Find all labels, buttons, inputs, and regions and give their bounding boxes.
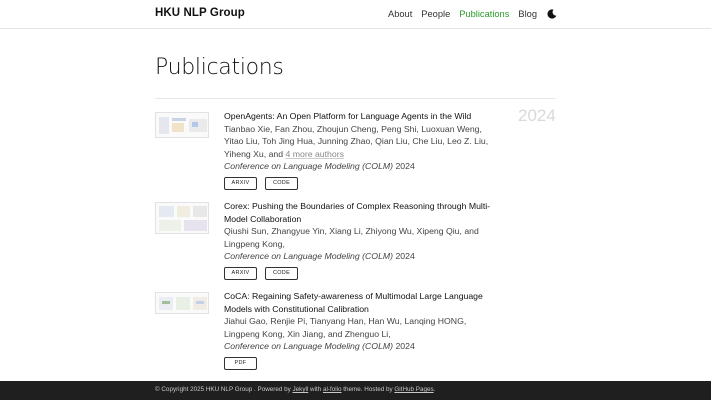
publication-body: OpenAgents: An Open Platform for Languag… bbox=[224, 110, 492, 190]
publication-title[interactable]: OpenAgents: An Open Platform for Languag… bbox=[224, 110, 492, 123]
publication-buttons: ARXIV CODE bbox=[224, 176, 492, 190]
footer-with: with bbox=[310, 386, 322, 393]
paper-thumbnail bbox=[155, 202, 209, 234]
code-button[interactable]: CODE bbox=[265, 176, 298, 190]
nav-item-blog[interactable]: Blog bbox=[518, 9, 537, 19]
footer-theme-suffix: theme. Hosted by bbox=[343, 386, 393, 393]
site-brand[interactable]: HKU NLP Group bbox=[155, 7, 245, 19]
paper-thumbnail bbox=[155, 112, 209, 138]
venue-year: 2024 bbox=[395, 341, 415, 352]
publication-authors: Qiushi Sun, Zhangyue Yin, Xiang Li, Zhiy… bbox=[224, 226, 479, 249]
publication-buttons: PDF bbox=[224, 356, 492, 370]
venue-year: 2024 bbox=[395, 251, 415, 262]
github-pages-link[interactable]: GitHub Pages bbox=[394, 386, 433, 393]
top-navbar: HKU NLP Group About People Publications … bbox=[0, 0, 711, 29]
paper-thumbnail bbox=[155, 292, 209, 314]
pdf-button[interactable]: PDF bbox=[224, 356, 257, 370]
venue-name: Conference on Language Modeling (COLM) bbox=[224, 341, 394, 352]
arxiv-button[interactable]: ARXIV bbox=[224, 266, 257, 280]
more-authors-link[interactable]: 4 more authors bbox=[286, 149, 344, 159]
publication-body: CoCA: Regaining Safety-awareness of Mult… bbox=[224, 290, 492, 370]
nav-menu: About People Publications Blog bbox=[379, 9, 557, 19]
footer-copyright: © Copyright 2025 HKU NLP Group . Powered… bbox=[155, 386, 291, 393]
site-footer: © Copyright 2025 HKU NLP Group . Powered… bbox=[0, 381, 711, 400]
publication-title[interactable]: CoCA: Regaining Safety-awareness of Mult… bbox=[224, 290, 492, 315]
moon-icon[interactable] bbox=[547, 9, 557, 19]
publication-authors: Tianbao Xie, Fan Zhou, Zhoujun Cheng, Pe… bbox=[224, 123, 492, 161]
publication-title[interactable]: Corex: Pushing the Boundaries of Complex… bbox=[224, 200, 492, 225]
title-divider bbox=[155, 98, 556, 99]
footer-end: . bbox=[433, 386, 436, 393]
page-title: Publications bbox=[155, 55, 284, 80]
theme-link[interactable]: al-folio bbox=[323, 386, 342, 393]
venue-name: Conference on Language Modeling (COLM) bbox=[224, 251, 394, 262]
venue-year: 2024 bbox=[395, 161, 415, 172]
author-list: Tianbao Xie, Fan Zhou, Zhoujun Cheng, Pe… bbox=[224, 123, 489, 159]
publication-venue: Conference on Language Modeling (COLM) 2… bbox=[224, 340, 492, 353]
nav-item-about[interactable]: About bbox=[388, 9, 412, 19]
jekyll-link[interactable]: Jekyll bbox=[293, 386, 309, 393]
code-button[interactable]: CODE bbox=[265, 266, 298, 280]
publication-body: Corex: Pushing the Boundaries of Complex… bbox=[224, 200, 492, 280]
publication-venue: Conference on Language Modeling (COLM) 2… bbox=[224, 250, 492, 263]
arxiv-button[interactable]: ARXIV bbox=[224, 176, 257, 190]
nav-item-people[interactable]: People bbox=[421, 9, 450, 19]
publication-authors: Jiahui Gao, Renjie Pi, Tianyang Han, Han… bbox=[224, 316, 467, 339]
publication-venue: Conference on Language Modeling (COLM) 2… bbox=[224, 160, 492, 173]
footer-text: © Copyright 2025 HKU NLP Group . Powered… bbox=[155, 386, 435, 393]
publication-buttons: ARXIV CODE bbox=[224, 266, 492, 280]
venue-name: Conference on Language Modeling (COLM) bbox=[224, 161, 394, 172]
year-heading: 2024 bbox=[518, 106, 556, 125]
nav-item-publications[interactable]: Publications bbox=[459, 9, 509, 19]
